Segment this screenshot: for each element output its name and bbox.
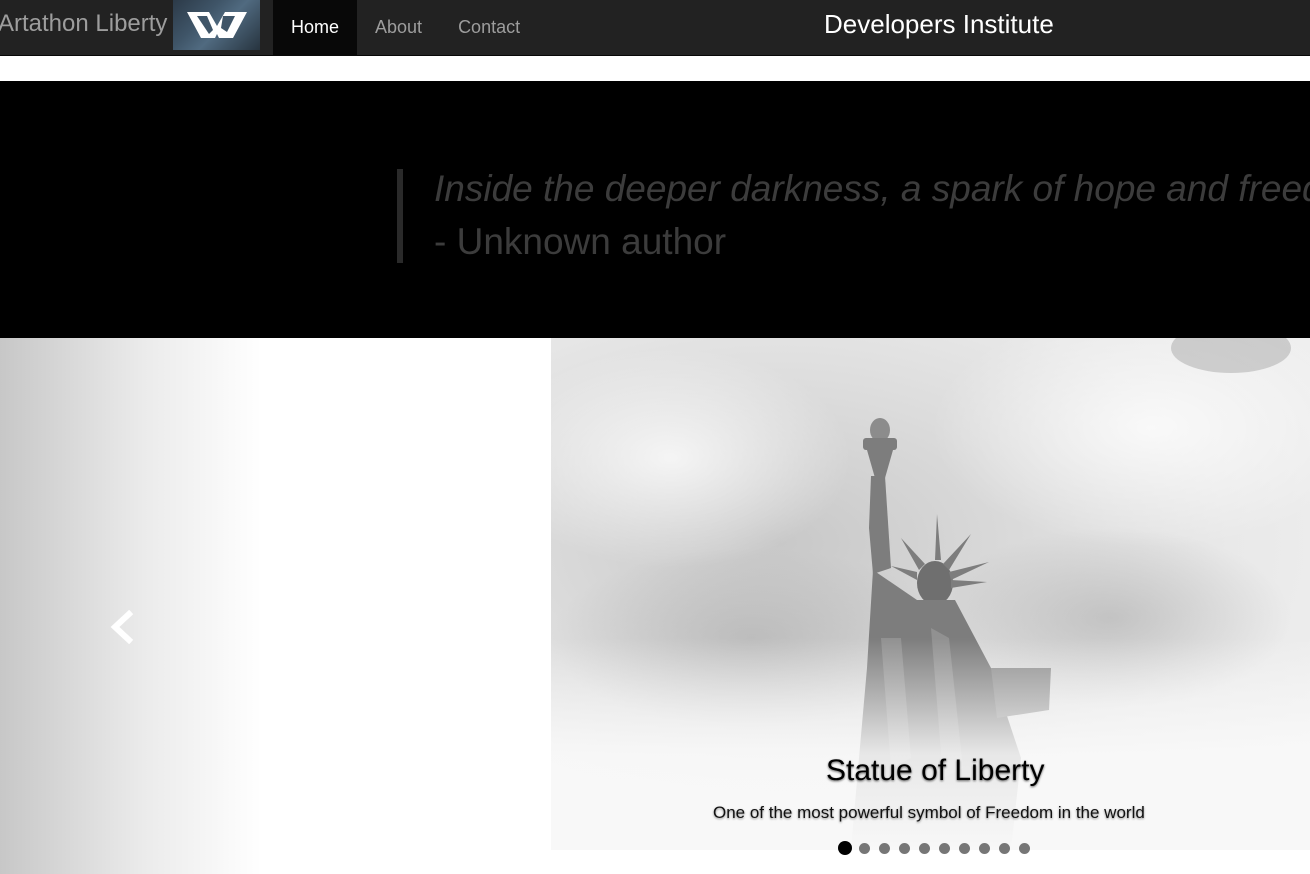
dw-logo-icon bbox=[187, 12, 247, 38]
nav-item-contact[interactable]: Contact bbox=[440, 0, 538, 55]
carousel-indicator[interactable] bbox=[1019, 842, 1030, 854]
carousel-indicator[interactable] bbox=[859, 842, 870, 854]
carousel-indicator[interactable] bbox=[939, 842, 950, 854]
carousel-indicator[interactable] bbox=[838, 841, 852, 855]
carousel-indicator[interactable] bbox=[899, 842, 910, 854]
image-carousel: Statue of Liberty One of the most powerf… bbox=[0, 338, 1310, 874]
carousel-indicator[interactable] bbox=[879, 842, 890, 854]
carousel-indicator[interactable] bbox=[959, 842, 970, 854]
quote-section: Inside the deeper darkness, a spark of h… bbox=[0, 81, 1310, 338]
carousel-indicator[interactable] bbox=[919, 842, 930, 854]
top-navbar: Artathon Liberty Home About Contact Deve… bbox=[0, 0, 1310, 56]
slide-caption-subtitle: One of the most powerful symbol of Freed… bbox=[713, 803, 1145, 822]
site-title: Developers Institute bbox=[824, 9, 1054, 39]
nav-menu: Home About Contact bbox=[273, 0, 538, 55]
blockquote-border bbox=[397, 169, 403, 263]
nav-item-home[interactable]: Home bbox=[273, 0, 358, 55]
carousel-indicator[interactable] bbox=[979, 842, 990, 854]
carousel-indicators bbox=[838, 841, 1039, 855]
brand-name[interactable]: Artathon Liberty bbox=[0, 10, 167, 38]
quote-text: Inside the deeper darkness, a spark of h… bbox=[434, 168, 1310, 209]
quote-author: - Unknown author bbox=[434, 221, 727, 262]
carousel-indicator[interactable] bbox=[999, 842, 1010, 854]
nav-item-about[interactable]: About bbox=[357, 0, 440, 55]
dw-logo[interactable] bbox=[173, 0, 260, 50]
slide-caption-title: Statue of Liberty bbox=[826, 754, 1045, 787]
chevron-left-icon bbox=[110, 610, 134, 644]
carousel-prev-button[interactable] bbox=[0, 338, 262, 874]
